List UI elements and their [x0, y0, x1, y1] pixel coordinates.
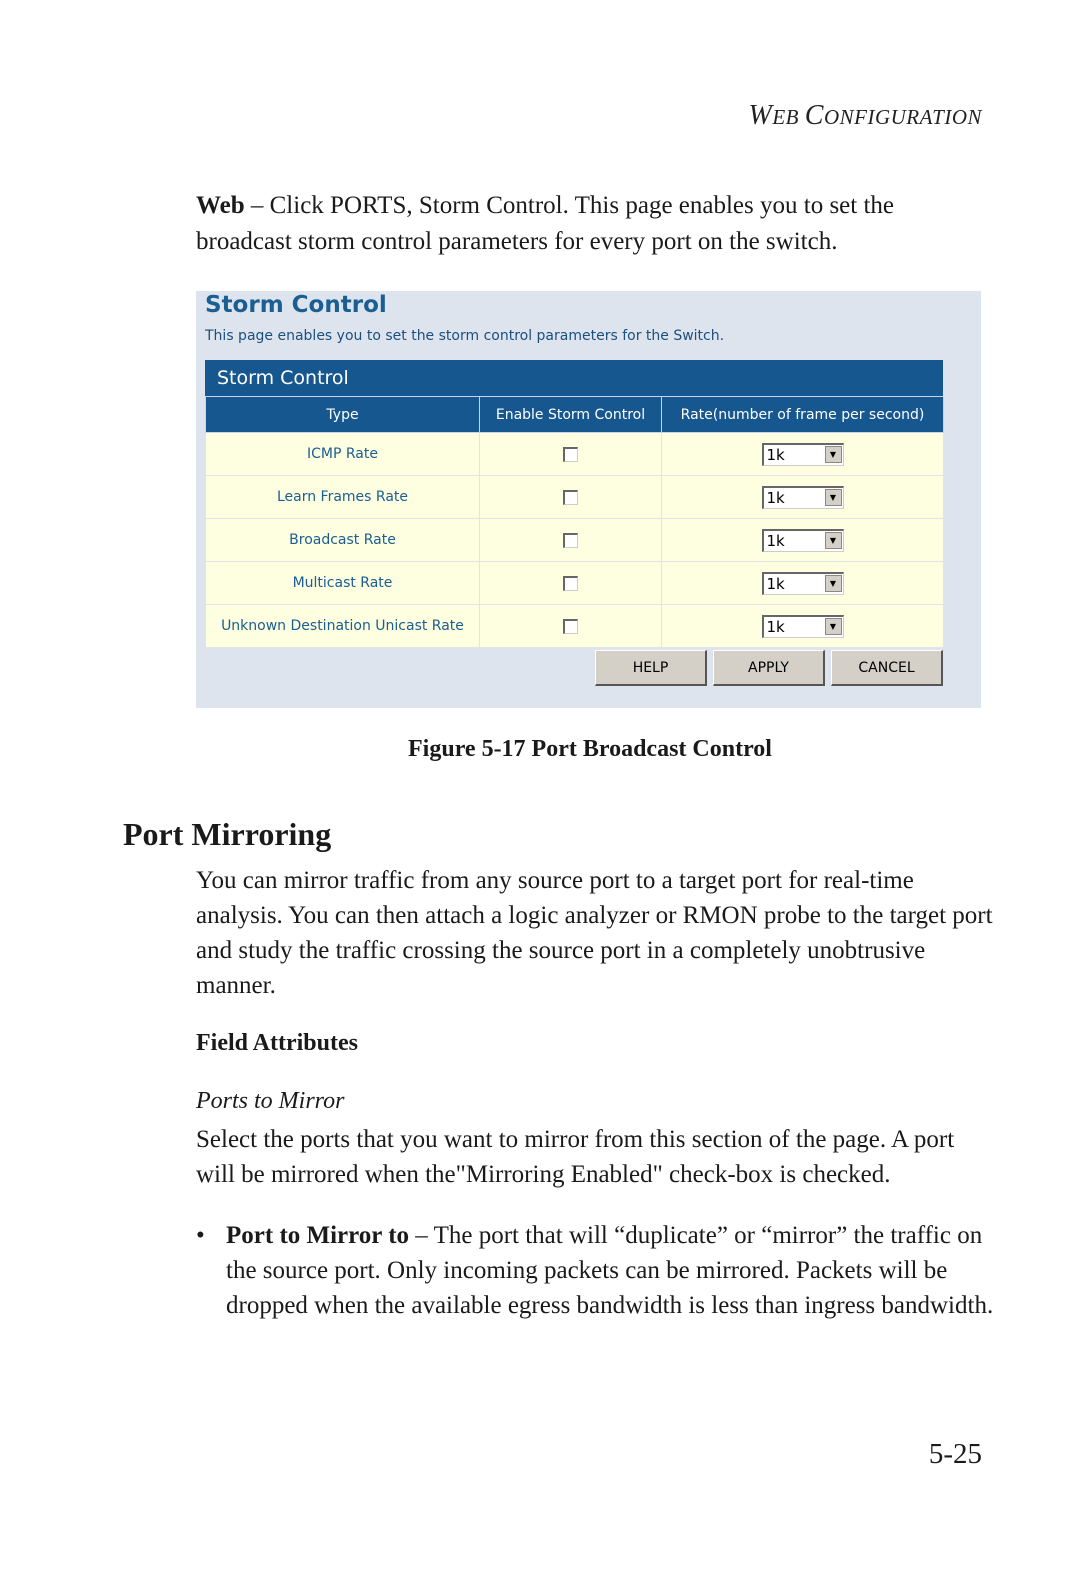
rate-value: 1k	[766, 445, 785, 464]
type-cell: Learn Frames Rate	[205, 475, 480, 519]
bullet-item: • Port to Mirror to – The port that will…	[196, 1218, 996, 1323]
page-description: This page enables you to set the storm c…	[205, 328, 725, 344]
chevron-down-icon[interactable]: ▼	[824, 618, 842, 635]
field-attributes-heading: Field Attributes	[196, 1030, 358, 1056]
rate-value: 1k	[766, 617, 785, 636]
running-head-w: W	[748, 100, 773, 131]
type-cell: Multicast Rate	[205, 561, 480, 605]
column-header-type: Type	[205, 396, 480, 433]
rate-value: 1k	[766, 488, 785, 507]
ports-to-mirror-body: Select the ports that you want to mirror…	[196, 1126, 955, 1188]
column-header-rate: Rate(number of frame per second)	[661, 396, 944, 433]
enable-checkbox[interactable]	[563, 575, 578, 591]
enable-cell	[479, 561, 662, 605]
page-number: 5-25	[928, 1438, 982, 1470]
rate-value: 1k	[766, 574, 785, 593]
bullet-bold: Port to Mirror to	[226, 1222, 410, 1249]
enable-checkbox[interactable]	[563, 618, 578, 634]
type-cell: Broadcast Rate	[205, 518, 480, 562]
cancel-button[interactable]: CANCEL	[831, 650, 943, 686]
chevron-down-icon[interactable]: ▼	[824, 489, 842, 506]
running-head: WEB CONFIGURATION	[749, 100, 982, 132]
storm-control-panel: Storm Control Type Enable Storm Control …	[205, 360, 944, 648]
table-row: Multicast Rate 1k ▼	[205, 561, 944, 605]
running-head-eb: EB	[772, 105, 805, 129]
storm-control-screenshot: Storm Control This page enables you to s…	[196, 291, 981, 708]
storm-control-table: Type Enable Storm Control Rate(number of…	[205, 396, 944, 648]
rate-select[interactable]: 1k ▼	[761, 442, 844, 466]
help-button[interactable]: HELP	[595, 650, 707, 686]
column-header-enable: Enable Storm Control	[479, 396, 662, 433]
enable-checkbox[interactable]	[563, 446, 578, 462]
table-row: ICMP Rate 1k ▼	[205, 432, 944, 476]
button-bar: HELP APPLY CANCEL	[595, 650, 943, 686]
type-cell: Unknown Destination Unicast Rate	[205, 604, 480, 648]
rate-select[interactable]: 1k ▼	[761, 485, 844, 509]
rate-select[interactable]: 1k ▼	[761, 571, 844, 595]
intro-text: – Click PORTS, Storm Control. This page …	[196, 192, 895, 255]
type-cell: ICMP Rate	[205, 432, 480, 476]
chevron-down-icon[interactable]: ▼	[824, 575, 842, 592]
rate-cell: 1k ▼	[661, 604, 944, 648]
rate-value: 1k	[766, 531, 785, 550]
enable-cell	[479, 432, 662, 476]
rate-select[interactable]: 1k ▼	[761, 528, 844, 552]
enable-checkbox[interactable]	[563, 532, 578, 548]
intro-bold: Web	[196, 192, 245, 219]
bullet-icon: •	[196, 1222, 205, 1249]
rate-cell: 1k ▼	[661, 561, 944, 605]
rate-cell: 1k ▼	[661, 518, 944, 562]
table-row: Learn Frames Rate 1k ▼	[205, 475, 944, 519]
bullet-text: Port to Mirror to – The port that will “…	[226, 1218, 996, 1323]
enable-cell	[479, 475, 662, 519]
panel-title: Storm Control	[205, 360, 943, 396]
table-row: Unknown Destination Unicast Rate 1k ▼	[205, 604, 944, 648]
running-head-c: C	[804, 100, 824, 131]
enable-checkbox[interactable]	[563, 489, 578, 505]
rate-cell: 1k ▼	[661, 432, 944, 476]
enable-cell	[479, 518, 662, 562]
rate-select[interactable]: 1k ▼	[761, 614, 844, 638]
apply-button[interactable]: APPLY	[713, 650, 825, 686]
page-title: Storm Control	[205, 292, 387, 318]
ports-to-mirror-heading: Ports to Mirror	[196, 1088, 345, 1114]
section-body: You can mirror traffic from any source p…	[196, 867, 993, 999]
figure-caption: Figure 5-17 Port Broadcast Control	[408, 736, 772, 762]
enable-cell	[479, 604, 662, 648]
running-head-onfiguration: ONFIGURATION	[823, 105, 982, 129]
rate-cell: 1k ▼	[661, 475, 944, 519]
section-title: Port Mirroring	[123, 816, 332, 852]
chevron-down-icon[interactable]: ▼	[824, 532, 842, 549]
intro-paragraph: Web – Click PORTS, Storm Control. This p…	[196, 188, 996, 260]
table-row: Broadcast Rate 1k ▼	[205, 518, 944, 562]
chevron-down-icon[interactable]: ▼	[824, 446, 842, 463]
